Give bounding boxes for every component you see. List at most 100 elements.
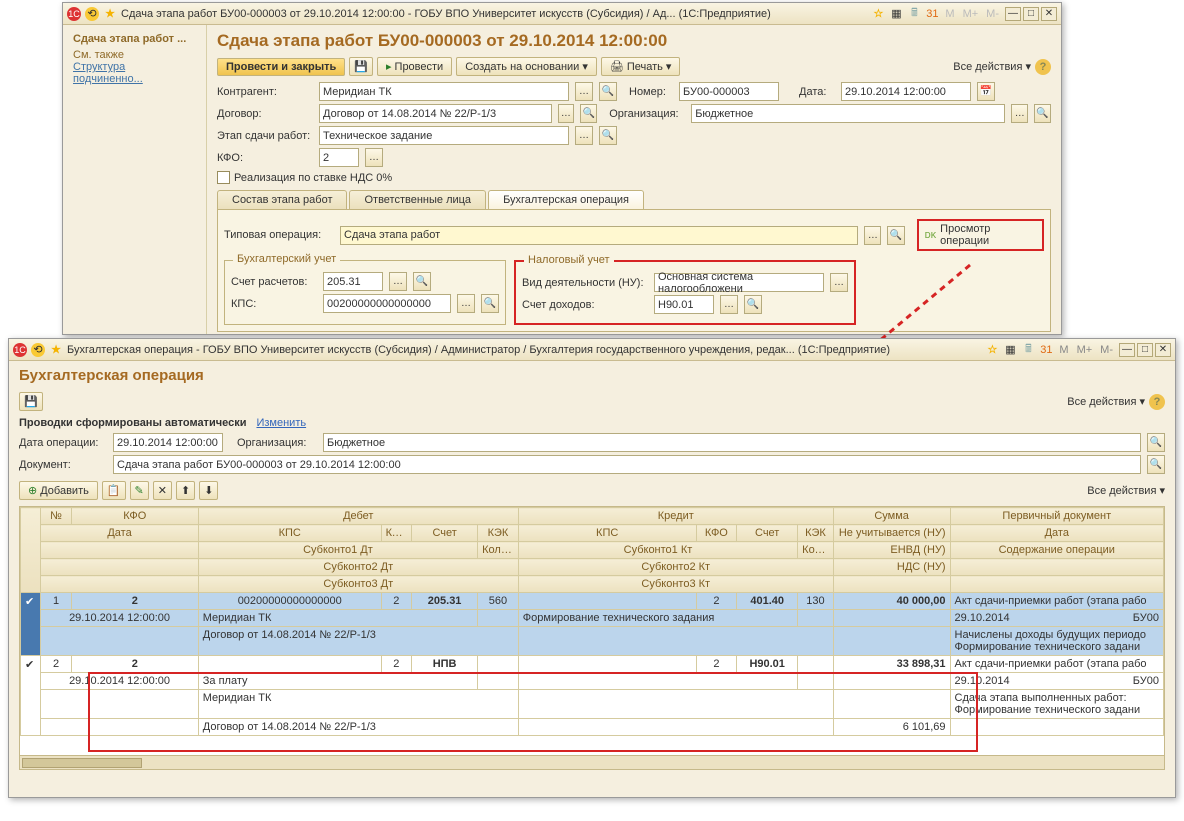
typop-select-button[interactable]: … [864,226,881,245]
number-input[interactable]: БУ00-000003 [679,82,779,101]
vat0-checkbox[interactable]: Реализация по ставке НДС 0% [217,171,1051,184]
nav-panel: Сдача этапа работ ... См. также Структур… [63,25,207,334]
calculator-icon[interactable]: 🖩 [907,7,921,21]
contract-input[interactable]: Договор от 14.08.2014 № 22/Р-1/3 [319,104,552,123]
titlebar[interactable]: 1C ⟲ ★ Сдача этапа работ БУ00-000003 от … [63,3,1061,25]
acc-calc-input[interactable]: 205.31 [323,272,383,291]
org-search-button[interactable]: 🔍 [1034,104,1051,123]
save-button2[interactable]: 💾 [19,392,43,411]
contragent-select-button[interactable]: … [575,82,593,101]
org-input2[interactable]: Бюджетное [323,433,1141,452]
lbl-stage: Этап сдачи работ: [217,130,313,142]
debit-credit-icon: ᴅᴋ [925,229,937,241]
help-button[interactable]: ? [1035,59,1051,75]
h-scrollbar[interactable] [20,755,1164,769]
m-minus-button[interactable]: M- [1098,344,1115,356]
minimize-button[interactable]: — [1005,7,1021,21]
titlebar2[interactable]: 1C ⟲ ★ Бухгалтерская операция - ГОБУ ВПО… [9,339,1175,361]
tab-stage-content[interactable]: Состав этапа работ [217,190,347,209]
edit-button[interactable]: ✎ [130,481,149,500]
org-search-button2[interactable]: 🔍 [1147,433,1165,452]
income-acc-input[interactable]: Н90.01 [654,295,714,314]
tab-accounting-op[interactable]: Бухгалтерская операция [488,190,644,209]
move-down-button[interactable]: ⬇ [199,481,218,500]
grid-icon[interactable]: ▦ [889,7,903,21]
tabs: Состав этапа работ Ответственные лица Бу… [217,190,1051,209]
stage-select-button[interactable]: … [575,126,593,145]
kps-search-button[interactable]: 🔍 [481,294,499,313]
m-plus-button[interactable]: M+ [961,8,981,20]
all-actions-link[interactable]: Все действия ▾ [953,60,1031,73]
lbl-org2: Организация: [237,437,317,449]
all-actions-link2[interactable]: Все действия ▾ [1067,395,1145,408]
create-based-button[interactable]: Создать на основании▾ [456,57,597,76]
m-minus-button[interactable]: M- [984,8,1001,20]
contragent-search-button[interactable]: 🔍 [599,82,617,101]
close-button[interactable]: ✕ [1041,7,1057,21]
doc-input[interactable]: Сдача этапа работ БУ00-000003 от 29.10.2… [113,455,1141,474]
tab-responsible[interactable]: Ответственные лица [349,190,486,209]
acc-calc-select-button[interactable]: … [389,272,407,291]
nav-link-structure[interactable]: Структура подчиненно... [73,61,196,85]
opdate-input[interactable]: 29.10.2014 12:00:00 [113,433,223,452]
calendar-icon[interactable]: 31 [925,7,939,21]
stage-search-button[interactable]: 🔍 [599,126,617,145]
m-button[interactable]: M [1057,344,1070,356]
fav2-icon[interactable]: ☆ [871,7,885,21]
minimize-button[interactable]: — [1119,343,1135,357]
auto-posting-label: Проводки сформированы автоматически [19,417,246,429]
help-button2[interactable]: ? [1149,394,1165,410]
lbl-kps: КПС: [231,298,317,310]
table-row: ✔ 22 2НПВ 2Н90.01 33 898,31Акт сдачи-при… [21,656,1164,673]
kfo-input[interactable]: 2 [319,148,359,167]
org-input[interactable]: Бюджетное [691,104,1005,123]
calendar-icon[interactable]: 31 [1039,343,1053,357]
lbl-org: Организация: [609,108,685,120]
post-close-button[interactable]: Провести и закрыть [217,58,345,76]
income-acc-select-button[interactable]: … [720,295,738,314]
view-operation-button[interactable]: ᴅᴋ Просмотр операции [917,219,1044,251]
doc-search-button[interactable]: 🔍 [1147,455,1165,474]
change-link[interactable]: Изменить [256,417,306,429]
kps-select-button[interactable]: … [457,294,475,313]
acc-calc-search-button[interactable]: 🔍 [413,272,431,291]
contract-select-button[interactable]: … [558,104,575,123]
contract-search-button[interactable]: 🔍 [580,104,597,123]
stage-input[interactable]: Техническое задание [319,126,569,145]
m-plus-button[interactable]: M+ [1075,344,1095,356]
kfo-select-button[interactable]: … [365,148,383,167]
m-button[interactable]: M [943,8,956,20]
move-up-button[interactable]: ⬆ [176,481,195,500]
lbl-date: Дата: [799,86,835,98]
fav2-icon[interactable]: ☆ [985,343,999,357]
nav-icon[interactable]: ⟲ [85,7,99,21]
add-button[interactable]: ⊕Добавить [19,481,98,500]
save-button[interactable]: 💾 [349,57,373,76]
activity-input[interactable]: Основная система налогообложени [654,273,824,292]
typop-search-button[interactable]: 🔍 [887,226,904,245]
favorite-icon[interactable]: ★ [103,7,117,21]
maximize-button[interactable]: □ [1137,343,1153,357]
calculator-icon[interactable]: 🖩 [1021,343,1035,357]
income-acc-search-button[interactable]: 🔍 [744,295,762,314]
lbl-opdate: Дата операции: [19,437,107,449]
kps-input[interactable]: 00200000000000000 [323,294,451,313]
close-button[interactable]: ✕ [1155,343,1171,357]
contragent-input[interactable]: Меридиан ТК [319,82,569,101]
lbl-activity: Вид деятельности (НУ): [522,277,648,289]
print-button[interactable]: 🖨 Печать ▾ [601,57,681,76]
all-actions-link3[interactable]: Все действия ▾ [1087,484,1165,497]
delete-button[interactable]: ✕ [153,481,172,500]
grid-icon[interactable]: ▦ [1003,343,1017,357]
maximize-button[interactable]: □ [1023,7,1039,21]
date-picker-button[interactable]: 📅 [977,82,995,101]
typop-input[interactable]: Сдача этапа работ [340,226,858,245]
post-button[interactable]: ▸Провести [377,57,452,76]
copy-button[interactable]: 📋 [102,481,126,500]
favorite-icon[interactable]: ★ [49,343,63,357]
nav-icon[interactable]: ⟲ [31,343,45,357]
activity-select-button[interactable]: … [830,273,848,292]
org-select-button[interactable]: … [1011,104,1028,123]
date-input[interactable]: 29.10.2014 12:00:00 [841,82,971,101]
postings-table[interactable]: №КФО Дебет Кредит СуммаПервичный докумен… [19,506,1165,770]
